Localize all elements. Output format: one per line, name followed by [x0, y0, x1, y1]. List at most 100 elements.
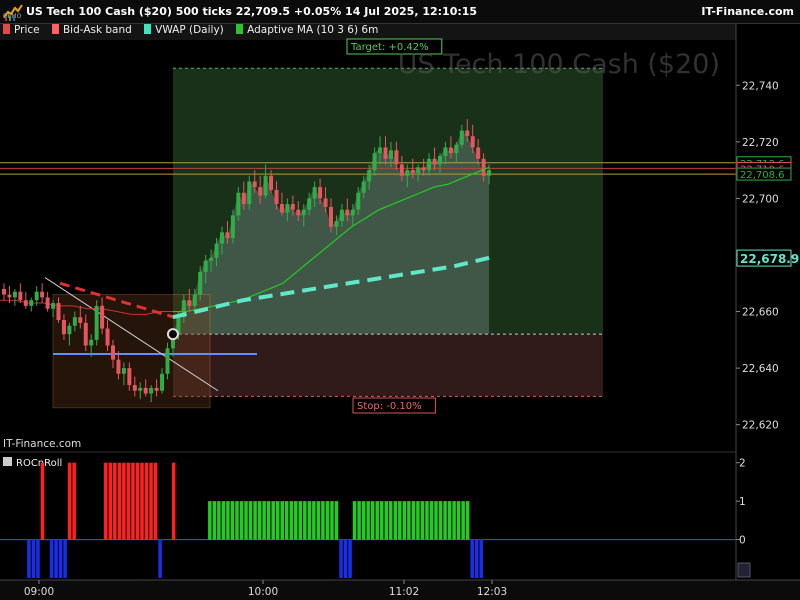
candle-body: [149, 387, 154, 394]
y-tick-label: 22,640: [742, 363, 779, 375]
candle: [290, 195, 295, 216]
candle-body: [2, 288, 6, 295]
roc-bar: [31, 539, 36, 578]
roc-bar: [239, 501, 244, 540]
roc-bar: [343, 539, 348, 578]
candle-body: [367, 170, 372, 182]
candle-body: [61, 320, 66, 335]
candle-body: [230, 215, 235, 238]
candle: [132, 376, 137, 397]
candle: [67, 322, 72, 346]
candle-body: [56, 303, 61, 321]
legend-item-vwap[interactable]: VWAP (Daily): [144, 24, 224, 36]
candle: [214, 238, 219, 267]
roc-bar: [230, 501, 235, 540]
candle-body: [220, 232, 224, 244]
roc-tick-label: 1: [739, 496, 746, 508]
candle: [367, 164, 372, 190]
legend-item-adaptive-ma[interactable]: Adaptive MA (10 3 6) 6m: [236, 24, 378, 36]
candle: [170, 328, 175, 357]
roc-bar: [217, 501, 221, 540]
roc-bar: [49, 539, 54, 578]
roc-bar: [312, 501, 316, 540]
roc-bar: [298, 501, 303, 540]
candle: [83, 314, 88, 352]
roc-bar: [456, 501, 461, 540]
roc-bar: [253, 501, 257, 540]
roc-bar: [244, 501, 248, 540]
price-tag-text: 22,678.9: [740, 252, 799, 266]
roc-bar: [257, 501, 262, 540]
roc-bar: [226, 501, 230, 540]
candle: [230, 209, 235, 244]
candle-body: [203, 260, 208, 272]
candle-body: [192, 294, 197, 306]
candle: [165, 342, 170, 380]
roc-bar: [375, 501, 379, 540]
price-tag-text: 22,708.6: [740, 170, 785, 181]
candle-body: [132, 385, 137, 391]
target-label-text: Target: +0.42%: [350, 42, 429, 53]
candle: [334, 215, 339, 236]
candle-body: [165, 348, 170, 374]
candle: [12, 288, 17, 306]
legend-item-bid-ask-band[interactable]: Bid-Ask band: [51, 24, 132, 36]
candle-body: [443, 147, 448, 156]
candle: [198, 266, 203, 301]
candle: [23, 291, 28, 309]
candle-body: [45, 297, 50, 309]
footer-brand: IT-Finance.com: [3, 438, 81, 450]
price-axis[interactable]: 22,740 22,720 22,700 22,680 22,660 22,640 22,6…: [0, 24, 800, 600]
legend-label: Bid-Ask band: [62, 24, 132, 36]
candle: [350, 204, 355, 227]
price-panel-bg: [0, 40, 736, 436]
candle-body: [301, 209, 306, 216]
candle-body: [421, 167, 426, 171]
roc-bar: [420, 501, 425, 540]
candle-body: [67, 325, 72, 335]
title-bar: DEMO US Tech 100 Cash ($20) 500 ticks 22…: [0, 0, 800, 24]
roc-bar: [393, 501, 398, 540]
candle-body: [285, 204, 290, 213]
roc-bar: [474, 539, 479, 578]
candle: [181, 294, 186, 323]
candle-body: [78, 317, 83, 323]
chart-canvas[interactable]: Target: +0.42% Stop: -0.10% US Tech 100 C…: [0, 0, 800, 600]
chart-title: US Tech 100 Cash ($20) 500 ticks 22,709.…: [26, 5, 478, 18]
roc-bar: [149, 462, 153, 540]
roc-bar: [366, 501, 370, 540]
candle-body: [198, 271, 203, 295]
roc-title-swatch: [3, 457, 12, 466]
candle-body: [465, 130, 470, 137]
candle: [465, 119, 470, 142]
x-tick-label: 11:02: [389, 586, 419, 598]
candle: [56, 297, 61, 323]
range-box: [52, 294, 211, 409]
legend-swatch: [51, 24, 59, 34]
roc-bar: [221, 501, 226, 540]
stop-label: Stop: -0.10%: [352, 397, 436, 414]
legend-item-price[interactable]: Price: [3, 24, 40, 36]
stop-label-box: [352, 397, 436, 414]
roc-panel[interactable]: ROCnRoll: [0, 455, 736, 578]
roc-bar: [54, 539, 58, 578]
candle-body: [481, 158, 486, 176]
brand-link[interactable]: IT-Finance.com: [701, 5, 794, 18]
candle-body: [427, 158, 432, 171]
roc-bar: [235, 501, 239, 540]
main-price-panel[interactable]: Target: +0.42% Stop: -0.10%: [0, 38, 736, 453]
candle: [318, 178, 323, 205]
candle: [307, 192, 312, 216]
y-tick-label: 22,680: [742, 250, 779, 262]
candle-body: [105, 328, 110, 346]
roc-bar: [153, 462, 158, 540]
candle-body: [18, 291, 23, 301]
roc-bar: [248, 501, 253, 540]
candle-body: [116, 359, 121, 374]
candle: [443, 141, 448, 165]
price-tag-box: [736, 161, 792, 175]
candle: [481, 153, 486, 182]
candle: [279, 192, 284, 216]
candle-body: [410, 170, 415, 173]
roc-bar: [140, 462, 144, 540]
